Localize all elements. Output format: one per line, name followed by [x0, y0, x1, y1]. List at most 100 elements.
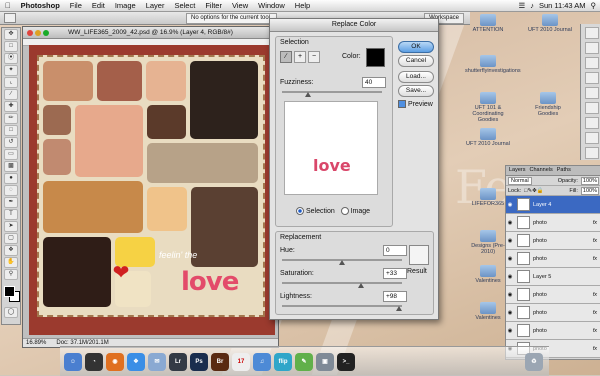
menu-file[interactable]: File — [65, 1, 87, 10]
eye-icon[interactable]: ◉ — [506, 328, 514, 334]
menu-view[interactable]: View — [227, 1, 253, 10]
history-panel-icon[interactable] — [585, 147, 599, 159]
eye-icon[interactable]: ◉ — [506, 292, 514, 298]
load-button[interactable]: Load... — [398, 71, 434, 83]
layer-row[interactable]: ◉ Layer 4 — [506, 196, 600, 214]
color-panel-icon[interactable] — [585, 72, 599, 84]
eraser-tool-icon[interactable]: ▭ — [4, 149, 18, 160]
tab-layers[interactable]: Layers — [509, 166, 526, 175]
cancel-button[interactable]: Cancel — [398, 55, 434, 67]
hue-slider-thumb[interactable] — [339, 260, 345, 265]
menu-edit[interactable]: Edit — [87, 1, 110, 10]
layer-row[interactable]: ◉ photo fx — [506, 232, 600, 250]
finder-icon[interactable]: ☺ — [64, 352, 82, 371]
move-tool-icon[interactable]: ✥ — [4, 29, 18, 40]
eye-icon[interactable]: ◉ — [506, 256, 514, 262]
eyedropper-plus-icon[interactable]: + — [294, 51, 306, 63]
result-color-swatch[interactable] — [409, 245, 429, 265]
saturation-slider[interactable] — [282, 282, 402, 284]
swatches-panel-icon[interactable] — [585, 87, 599, 99]
zoom-window-icon[interactable] — [43, 29, 49, 36]
3d-tool-icon[interactable]: ❖ — [4, 245, 18, 256]
minimize-window-icon[interactable] — [35, 29, 41, 36]
desktop-icon[interactable]: ATTENTION — [465, 14, 511, 33]
fx-icon[interactable]: fx — [593, 238, 597, 244]
gradient-tool-icon[interactable]: ▩ — [4, 161, 18, 172]
layer-row[interactable]: ◉ photo fx — [506, 214, 600, 232]
menu-layer[interactable]: Layer — [141, 1, 170, 10]
lightness-slider[interactable] — [282, 305, 402, 307]
menu-select[interactable]: Select — [169, 1, 200, 10]
flip-icon[interactable]: flip — [274, 352, 292, 371]
spotlight-icon[interactable]: ⚲ — [591, 1, 597, 10]
zoom-level[interactable]: 16.89% — [26, 339, 46, 347]
fx-icon[interactable]: fx — [593, 292, 597, 298]
layer-row[interactable]: ◉ photo fx — [506, 250, 600, 268]
bridge-icon[interactable]: Br — [211, 352, 229, 371]
preview-icon[interactable]: ▣ — [316, 352, 334, 371]
marquee-tool-icon[interactable]: □ — [4, 41, 18, 52]
fuzziness-slider[interactable] — [282, 91, 382, 93]
trash-icon[interactable]: ♻ — [525, 352, 543, 371]
ichat-icon[interactable]: ✎ — [295, 352, 313, 371]
menu-window[interactable]: Window — [253, 1, 290, 10]
hue-input[interactable]: 0 — [383, 245, 407, 256]
layer-row[interactable]: ◉ photo fx — [506, 286, 600, 304]
crop-tool-icon[interactable]: ⌞ — [4, 77, 18, 88]
tool-preset-icon[interactable] — [4, 13, 16, 23]
fx-icon[interactable]: fx — [593, 328, 597, 334]
lightness-slider-thumb[interactable] — [396, 306, 402, 311]
lasso-tool-icon[interactable]: ⦿ — [4, 53, 18, 64]
info-panel-icon[interactable] — [585, 57, 599, 69]
fx-icon[interactable]: fx — [593, 346, 597, 352]
dodge-tool-icon[interactable]: ◌ — [4, 185, 18, 196]
styles-panel-icon[interactable] — [585, 102, 599, 114]
foreground-color-swatch[interactable] — [4, 286, 15, 297]
desktop-icon[interactable]: UFT 2010 Journal — [527, 14, 573, 33]
desktop-icon[interactable]: Friendship Goodies — [525, 92, 571, 117]
fuzziness-slider-thumb[interactable] — [305, 92, 311, 97]
mail-icon[interactable]: ✉ — [148, 352, 166, 371]
tab-channels[interactable]: Channels — [530, 166, 553, 175]
adjustments-panel-icon[interactable] — [585, 117, 599, 129]
eye-icon[interactable]: ◉ — [506, 310, 514, 316]
navigator-panel-icon[interactable] — [585, 27, 599, 39]
layer-row[interactable]: ◉ photo fx — [506, 322, 600, 340]
layer-row[interactable]: ◉ Layer 5 — [506, 268, 600, 286]
type-tool-icon[interactable]: T — [4, 209, 18, 220]
firefox-icon[interactable]: ◉ — [106, 352, 124, 371]
menu-filter[interactable]: Filter — [200, 1, 227, 10]
path-select-tool-icon[interactable]: ➤ — [4, 221, 18, 232]
menu-image[interactable]: Image — [110, 1, 141, 10]
preview-checkbox[interactable] — [398, 100, 406, 108]
desktop-icon[interactable]: UFT 101 & Coordinating Goodies — [465, 92, 511, 123]
desktop-icon[interactable]: shutterflyinvestigations — [465, 55, 521, 74]
fx-icon[interactable]: fx — [593, 310, 597, 316]
layer-row[interactable]: ◉ photo fx — [506, 304, 600, 322]
blend-mode-select[interactable]: Normal — [508, 176, 532, 185]
photoshop-icon[interactable]: Ps — [190, 352, 208, 371]
healing-tool-icon[interactable]: ✚ — [4, 101, 18, 112]
pen-tool-icon[interactable]: ✒ — [4, 197, 18, 208]
desktop-icon[interactable]: UFT 2010 Journal — [465, 128, 511, 147]
eye-icon[interactable]: ◉ — [506, 202, 514, 208]
image-radio[interactable] — [340, 207, 349, 215]
wifi-icon[interactable]: ☰ — [518, 1, 525, 10]
apple-menu-icon[interactable]:  — [0, 1, 16, 10]
eye-icon[interactable]: ◉ — [506, 238, 514, 244]
stamp-tool-icon[interactable]: □ — [4, 125, 18, 136]
saturation-input[interactable]: +33 — [383, 268, 407, 279]
histogram-panel-icon[interactable] — [585, 42, 599, 54]
selected-color-swatch[interactable] — [366, 48, 385, 67]
ical-icon[interactable]: 17 — [232, 352, 250, 371]
lightness-input[interactable]: +98 — [383, 291, 407, 302]
saturation-slider-thumb[interactable] — [358, 283, 364, 288]
opacity-input[interactable]: 100% — [580, 176, 599, 185]
ok-button[interactable]: OK — [398, 41, 434, 53]
hand-tool-icon[interactable]: ✋ — [4, 257, 18, 268]
document-canvas[interactable]: ❤ feelin' the love — [29, 45, 275, 335]
magic-wand-tool-icon[interactable]: ✦ — [4, 65, 18, 76]
lock-icons[interactable]: □✎✥🔒 — [524, 188, 543, 194]
eyedropper-minus-icon[interactable]: − — [308, 51, 320, 63]
shape-tool-icon[interactable]: ▢ — [4, 233, 18, 244]
